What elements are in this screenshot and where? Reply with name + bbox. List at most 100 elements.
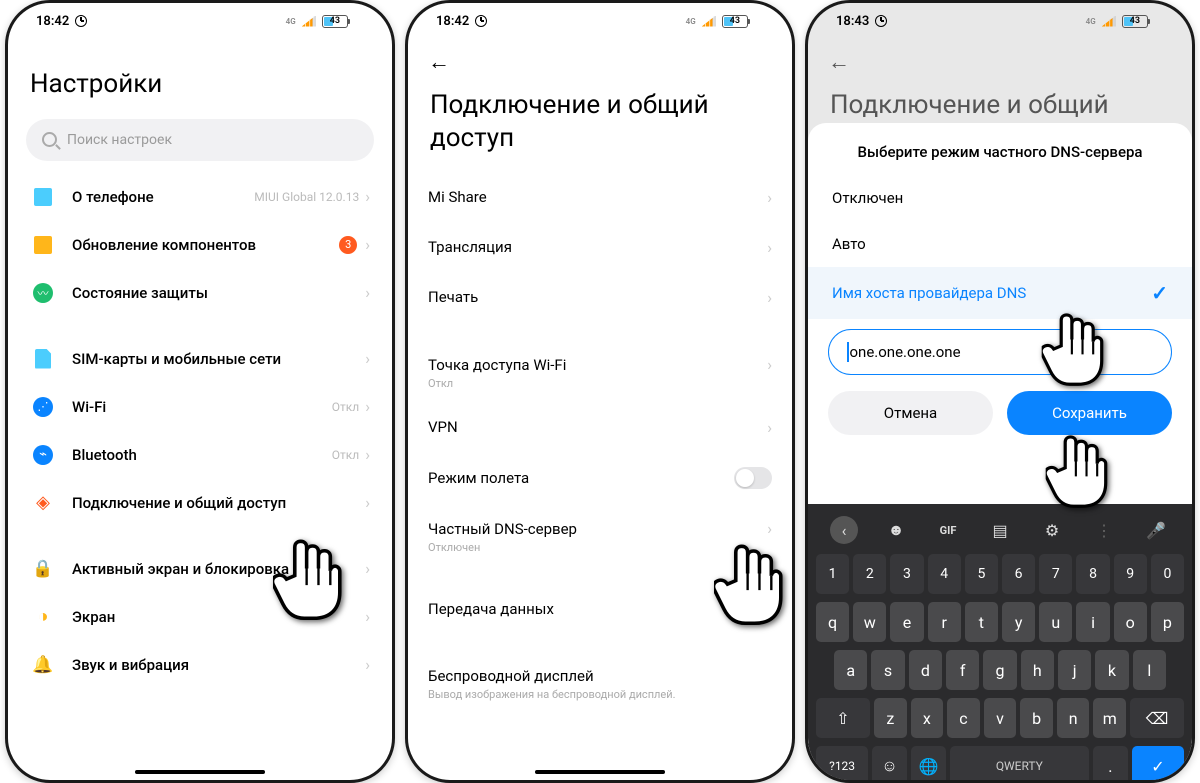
emoji-key[interactable]: ☺ bbox=[872, 746, 907, 783]
connection-list: Mi Share › Трансляция › Печать › Точка д… bbox=[408, 172, 792, 716]
shift-key[interactable]: ⇧ bbox=[816, 698, 870, 738]
row-mishare[interactable]: Mi Share › bbox=[408, 172, 792, 222]
text-cursor bbox=[847, 342, 849, 362]
row-about[interactable]: О телефоне MIUI Global 12.0.13 › bbox=[14, 173, 386, 221]
search-icon bbox=[42, 132, 57, 147]
key-5[interactable]: 5 bbox=[965, 554, 998, 594]
key-e[interactable]: e bbox=[890, 602, 923, 642]
key-w[interactable]: w bbox=[853, 602, 886, 642]
key-4[interactable]: 4 bbox=[928, 554, 961, 594]
option-auto[interactable]: Авто bbox=[808, 221, 1192, 267]
sticker-icon[interactable]: ☻ bbox=[882, 516, 910, 544]
option-off[interactable]: Отключен bbox=[808, 175, 1192, 221]
row-wifi[interactable]: ⋰ Wi-Fi Откл › bbox=[14, 383, 386, 431]
cancel-button[interactable]: Отмена bbox=[828, 391, 993, 435]
key-i[interactable]: i bbox=[1076, 602, 1109, 642]
key-1[interactable]: 1 bbox=[816, 554, 849, 594]
row-vpn[interactable]: VPN › bbox=[408, 402, 792, 452]
key-k[interactable]: k bbox=[1095, 650, 1128, 690]
key-c[interactable]: c bbox=[947, 698, 980, 738]
toggle[interactable] bbox=[734, 467, 772, 489]
enter-key[interactable]: ✓ bbox=[1132, 746, 1184, 783]
key-j[interactable]: j bbox=[1058, 650, 1091, 690]
key-a[interactable]: a bbox=[834, 650, 867, 690]
row-cast[interactable]: Трансляция › bbox=[408, 222, 792, 272]
key-o[interactable]: o bbox=[1114, 602, 1147, 642]
row-bluetooth[interactable]: ⌁ Bluetooth Откл › bbox=[14, 431, 386, 479]
back-button[interactable]: ← bbox=[408, 33, 792, 75]
signal-icon bbox=[702, 16, 716, 27]
row-updates[interactable]: Обновление компонентов 3 › bbox=[14, 221, 386, 269]
key-z[interactable]: z bbox=[874, 698, 907, 738]
battery-pct: 43 bbox=[1130, 16, 1140, 26]
collapse-icon[interactable]: ‹ bbox=[830, 516, 858, 544]
clipboard-icon[interactable]: ▤ bbox=[986, 516, 1014, 544]
key-0[interactable]: 0 bbox=[1151, 554, 1184, 594]
key-9[interactable]: 9 bbox=[1114, 554, 1147, 594]
row-airplane[interactable]: Режим полета bbox=[408, 452, 792, 504]
settings-icon[interactable]: ⚙ bbox=[1038, 516, 1066, 544]
option-hostname[interactable]: Имя хоста провайдера DNS ✓ bbox=[808, 267, 1192, 319]
key-d[interactable]: d bbox=[909, 650, 942, 690]
key-m[interactable]: m bbox=[1093, 698, 1126, 738]
symbols-key[interactable]: ?123 bbox=[816, 746, 868, 783]
row-wireless-display[interactable]: Беспроводной дисплей Вывод изображения н… bbox=[408, 652, 792, 716]
display-icon: ◑ bbox=[30, 606, 56, 628]
row-connection-sharing[interactable]: ◈ Подключение и общий доступ › bbox=[14, 479, 386, 527]
row-data-usage[interactable]: Передача данных › bbox=[408, 584, 792, 634]
key-n[interactable]: n bbox=[1057, 698, 1090, 738]
lock-icon: 🔒 bbox=[30, 558, 56, 580]
row-display[interactable]: ◑ Экран › bbox=[14, 593, 386, 641]
key-6[interactable]: 6 bbox=[1002, 554, 1035, 594]
key-l[interactable]: l bbox=[1133, 650, 1166, 690]
badge: 3 bbox=[339, 236, 357, 254]
dns-hostname-input[interactable]: one.one.one.one bbox=[828, 329, 1172, 375]
key-h[interactable]: h bbox=[1021, 650, 1054, 690]
input-value: one.one.one.one bbox=[850, 343, 961, 361]
key-b[interactable]: b bbox=[1020, 698, 1053, 738]
row-aod[interactable]: 🔒 Активный экран и блокировка › bbox=[14, 545, 386, 593]
row-print[interactable]: Печать › bbox=[408, 272, 792, 322]
key-s[interactable]: s bbox=[871, 650, 904, 690]
key-q[interactable]: q bbox=[816, 602, 849, 642]
key-f[interactable]: f bbox=[946, 650, 979, 690]
battery-pct: 43 bbox=[730, 16, 740, 26]
key-3[interactable]: 3 bbox=[890, 554, 923, 594]
home-indicator[interactable] bbox=[135, 770, 265, 774]
lang-key[interactable]: 🌐 bbox=[911, 746, 946, 783]
chevron-right-icon: › bbox=[365, 187, 370, 206]
alarm-icon bbox=[475, 15, 487, 27]
status-bar: 18:42 4G 43 bbox=[408, 3, 792, 33]
back-button[interactable]: ← bbox=[808, 33, 1192, 75]
row-security[interactable]: 〰 Состояние защиты › bbox=[14, 269, 386, 317]
key-g[interactable]: g bbox=[983, 650, 1016, 690]
key-2[interactable]: 2 bbox=[853, 554, 886, 594]
gif-button[interactable]: GIF bbox=[934, 516, 962, 544]
check-icon: ✓ bbox=[1151, 281, 1168, 305]
phone-connection-sharing: 18:42 4G 43 ← Подключение и общий доступ… bbox=[405, 0, 795, 783]
keyboard[interactable]: ‹ ☻ GIF ▤ ⚙ ⋮ 🎤 1234567890 qwertyuiop as… bbox=[808, 504, 1192, 780]
key-y[interactable]: y bbox=[1002, 602, 1035, 642]
key-t[interactable]: t bbox=[965, 602, 998, 642]
key-x[interactable]: x bbox=[911, 698, 944, 738]
key-u[interactable]: u bbox=[1039, 602, 1072, 642]
chevron-right-icon: › bbox=[767, 600, 772, 619]
space-key[interactable]: QWERTY bbox=[950, 746, 1089, 783]
key-p[interactable]: p bbox=[1151, 602, 1184, 642]
key-7[interactable]: 7 bbox=[1039, 554, 1072, 594]
search-input[interactable]: Поиск настроек bbox=[26, 119, 374, 161]
keyboard-row-2: asdfghjkl bbox=[812, 646, 1188, 694]
save-button[interactable]: Сохранить bbox=[1007, 391, 1172, 435]
key-r[interactable]: r bbox=[928, 602, 961, 642]
row-hotspot[interactable]: Точка доступа Wi-Fi › Откл bbox=[408, 340, 792, 402]
keyboard-toolbar: ‹ ☻ GIF ▤ ⚙ ⋮ 🎤 bbox=[812, 510, 1188, 550]
row-sim[interactable]: SIM-карты и мобильные сети › bbox=[14, 335, 386, 383]
key-8[interactable]: 8 bbox=[1076, 554, 1109, 594]
home-indicator[interactable] bbox=[535, 770, 665, 774]
row-private-dns[interactable]: Частный DNS-сервер › Отключен bbox=[408, 504, 792, 566]
mic-icon[interactable]: 🎤 bbox=[1142, 516, 1170, 544]
backspace-key[interactable]: ⌫ bbox=[1130, 698, 1184, 738]
key-v[interactable]: v bbox=[984, 698, 1017, 738]
row-sound[interactable]: 🔔 Звук и вибрация › bbox=[14, 641, 386, 689]
period-key[interactable]: . bbox=[1093, 746, 1128, 783]
